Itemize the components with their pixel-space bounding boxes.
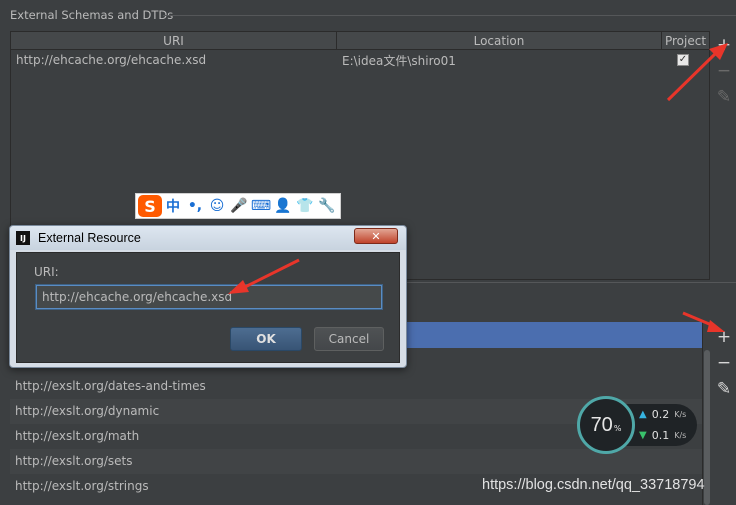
uri-input[interactable]: http://ehcache.org/ehcache.xsd (36, 285, 382, 309)
watermark: https://blog.csdn.net/qq_33718794 (482, 477, 705, 493)
table-header: URI Location Project (11, 32, 709, 50)
annotation-arrow-icon (682, 311, 725, 332)
keyboard-icon[interactable]: ⌨ (250, 195, 272, 217)
upload-arrow-icon: ▲ (639, 409, 647, 420)
usage-gauge: 70 % (577, 396, 635, 454)
emoji-icon[interactable]: ☺ (206, 195, 228, 217)
sogou-logo-icon[interactable]: S (138, 195, 162, 217)
percent-sign: % (613, 423, 622, 433)
remove-icon[interactable]: − (713, 350, 735, 376)
table-row[interactable]: http://ehcache.org/ehcache.xsd E:\idea文件… (11, 50, 709, 70)
annotation-arrow-icon (228, 258, 300, 294)
intellij-app-icon: IJ (16, 231, 30, 245)
upload-value: 0.2 (651, 408, 670, 421)
row-uri: http://ehcache.org/ehcache.xsd (16, 53, 207, 67)
settings-wrench-icon[interactable]: 🔧 (316, 195, 338, 217)
scroll-thumb[interactable] (704, 350, 710, 505)
edit-icon[interactable]: ✎ (713, 376, 735, 402)
user-icon[interactable]: 👤 (272, 195, 294, 217)
annotation-arrow-icon (666, 43, 728, 102)
close-button[interactable]: ✕ (354, 228, 398, 244)
dialog-title: External Resource (38, 231, 141, 245)
section-divider (163, 15, 736, 16)
download-arrow-icon: ▼ (639, 430, 647, 441)
column-header-location[interactable]: Location (337, 32, 662, 49)
uri-label: URI: (34, 265, 59, 279)
row-location: E:\idea文件\shiro01 (342, 53, 456, 68)
dialog-body: URI: http://ehcache.org/ehcache.xsd OK C… (16, 252, 400, 363)
download-unit: K/s (674, 431, 687, 440)
microphone-icon[interactable]: 🎤 (228, 195, 250, 217)
ok-button[interactable]: OK (230, 327, 302, 351)
column-header-uri[interactable]: URI (11, 32, 337, 49)
cancel-button[interactable]: Cancel (314, 327, 384, 351)
upload-rate: ▲ 0.2 K/s (639, 408, 686, 421)
ime-toolbar: S 中 •, ☺ 🎤 ⌨ 👤 👕 🔧 (135, 193, 341, 219)
external-resource-dialog: IJ External Resource ✕ URI: http://ehcac… (9, 225, 407, 368)
chinese-mode-icon[interactable]: 中 (162, 195, 184, 217)
download-value: 0.1 (651, 429, 670, 442)
usage-percent: 70 (590, 413, 613, 436)
dialog-titlebar[interactable]: IJ External Resource (10, 226, 406, 250)
skin-icon[interactable]: 👕 (294, 195, 316, 217)
upload-unit: K/s (674, 410, 687, 419)
download-rate: ▼ 0.1 K/s (639, 429, 686, 442)
network-speed-widget[interactable]: 70 % ▲ 0.2 K/s ▼ 0.1 K/s (577, 396, 697, 454)
section-title: External Schemas and DTDs (10, 8, 174, 22)
punctuation-icon[interactable]: •, (184, 195, 206, 217)
